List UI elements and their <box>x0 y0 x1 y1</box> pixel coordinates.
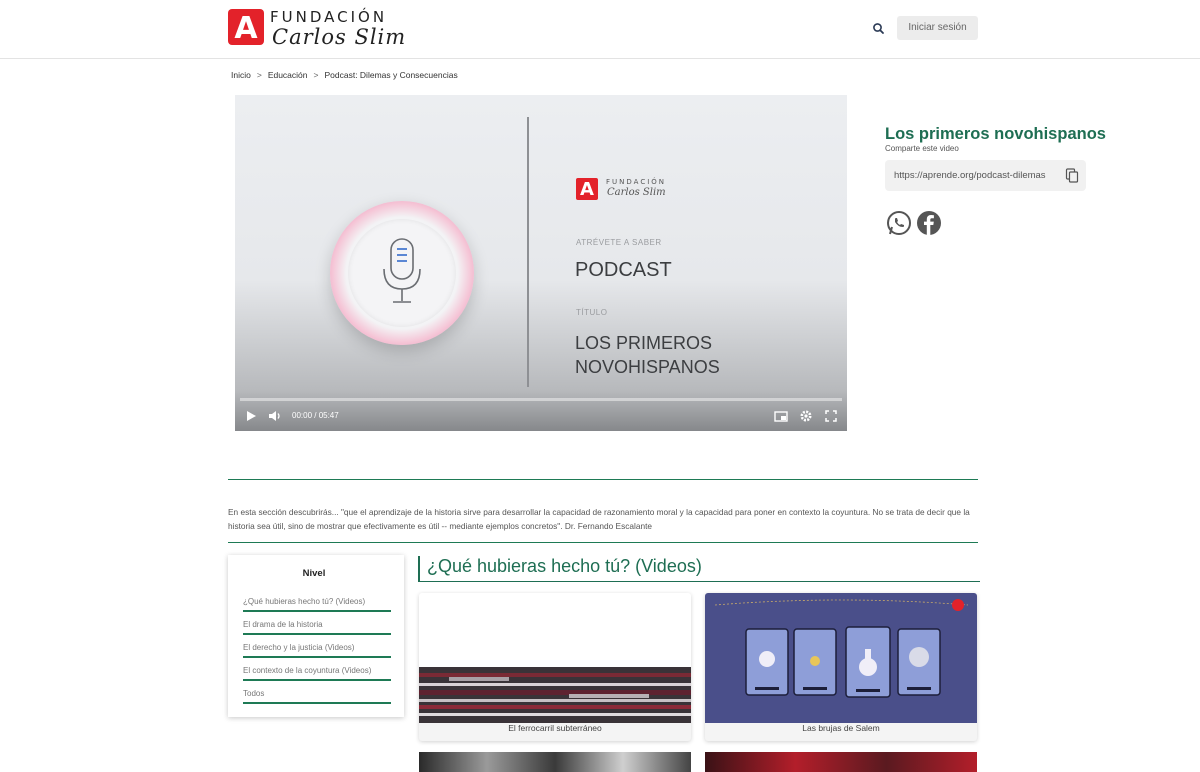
login-button[interactable]: Iniciar sesión <box>897 16 978 40</box>
share-url-text: https://aprende.org/podcast-dilemas <box>894 170 1046 181</box>
breadcrumb-separator: > <box>256 70 262 80</box>
player-title-label: TÍTULO <box>576 308 608 317</box>
picture-in-picture-icon <box>774 411 788 422</box>
copy-icon[interactable] <box>1065 168 1079 183</box>
video-card-partial-right[interactable] <box>705 752 977 772</box>
logo-word: FUNDACIÓN <box>270 8 388 26</box>
volume-button[interactable] <box>266 407 284 425</box>
card-thumbnail-ferrocarril <box>419 593 691 723</box>
breadcrumb-current[interactable]: Podcast: Dilemas y Consecuencias <box>324 70 457 80</box>
video-card-ferrocarril[interactable]: El ferrocarril subterráneo <box>419 593 691 741</box>
fullscreen-icon <box>825 410 837 422</box>
share-label: Comparte este video <box>885 144 959 153</box>
section-divider-top <box>228 479 978 480</box>
fundacion-logo[interactable]: A FUNDACIÓN Carlos Slim <box>228 8 428 49</box>
video-title: Los primeros novohispanos <box>885 125 1106 143</box>
nivel-item-derecho[interactable]: El derecho y la justicia (Videos) <box>243 643 391 658</box>
section-description: En esta sección descubrirás... "que el a… <box>228 507 970 531</box>
player-divider <box>527 117 529 387</box>
nivel-filter-panel: Nivel ¿Qué hubieras hecho tú? (Videos) E… <box>228 555 404 717</box>
time-display: 00:00 / 05:47 <box>292 411 339 420</box>
podcast-mic-graphic <box>330 201 474 345</box>
player-logo-script: Carlos Slim <box>607 187 666 198</box>
microphone-icon <box>383 238 421 303</box>
section-heading: ¿Qué hubieras hecho tú? (Videos) <box>418 556 980 582</box>
facebook-icon[interactable] <box>916 210 942 236</box>
progress-bar[interactable] <box>240 398 842 401</box>
player-title: LOS PRIMEROS NOVOHISPANOS <box>575 331 720 379</box>
breadcrumb-educacion[interactable]: Educación <box>268 70 308 80</box>
pip-button[interactable] <box>772 407 790 425</box>
player-tagline: ATRÉVETE A SABER <box>576 238 662 247</box>
mic-inner-circle <box>348 219 456 327</box>
video-card-partial-left[interactable] <box>419 752 691 772</box>
search-icon <box>873 23 884 34</box>
player-title-line2: NOVOHISPANOS <box>575 357 720 377</box>
nivel-title: Nivel <box>302 568 326 579</box>
nivel-item-todos[interactable]: Todos <box>243 689 391 704</box>
card-thumbnail-brujas <box>705 593 977 723</box>
breadcrumb-separator: > <box>313 70 319 80</box>
whatsapp-icon[interactable] <box>886 210 912 236</box>
card-caption-brujas: Las brujas de Salem <box>802 723 880 733</box>
section-divider-bottom <box>228 542 978 543</box>
video-card-brujas[interactable]: Las brujas de Salem <box>705 593 977 741</box>
breadcrumb: Inicio > Educación > Podcast: Dilemas y Cons… <box>231 70 458 80</box>
player-logo-mark: A <box>576 178 598 200</box>
player-type: PODCAST <box>575 259 672 281</box>
site-header: A FUNDACIÓN Carlos Slim Iniciar sesión <box>0 0 1200 59</box>
settings-button[interactable] <box>797 407 815 425</box>
play-icon <box>247 411 256 421</box>
search-button[interactable] <box>870 20 888 38</box>
share-url-field[interactable]: https://aprende.org/podcast-dilemas <box>885 160 1086 191</box>
breadcrumb-inicio[interactable]: Inicio <box>231 70 251 80</box>
logo-mark: A <box>228 9 264 46</box>
nivel-item-que-hubieras[interactable]: ¿Qué hubieras hecho tú? (Videos) <box>243 597 391 612</box>
nivel-item-contexto[interactable]: El contexto de la coyuntura (Videos) <box>243 666 391 681</box>
player-logo-word: FUNDACIÓN <box>606 178 667 186</box>
gear-icon <box>800 410 812 422</box>
video-player[interactable]: A FUNDACIÓN Carlos Slim ATRÉVETE A SABER… <box>235 95 847 431</box>
nivel-item-drama[interactable]: El drama de la historia <box>243 620 391 635</box>
section-heading-text: ¿Qué hubieras hecho tú? (Videos) <box>427 556 702 576</box>
card-caption-ferrocarril: El ferrocarril subterráneo <box>508 723 602 733</box>
fullscreen-button[interactable] <box>822 407 840 425</box>
logo-letter: A <box>234 11 258 46</box>
volume-icon <box>269 411 280 421</box>
play-button[interactable] <box>243 407 259 425</box>
logo-script: Carlos Slim <box>272 25 407 49</box>
player-title-line1: LOS PRIMEROS <box>575 333 713 353</box>
